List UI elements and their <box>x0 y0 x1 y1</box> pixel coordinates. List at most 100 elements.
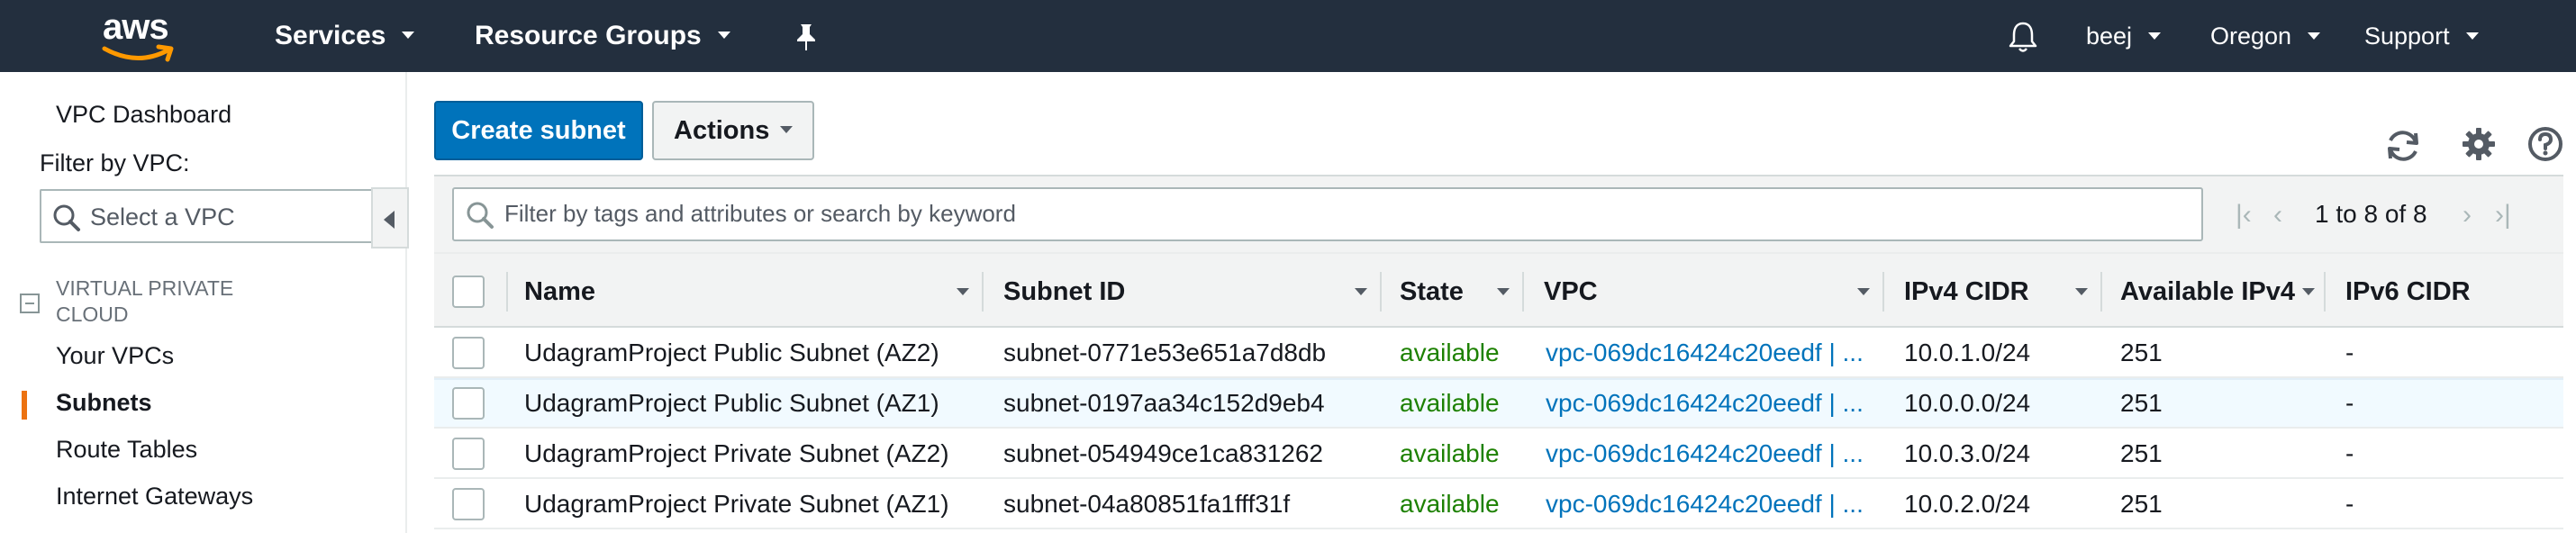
sort-caret-icon[interactable] <box>1857 288 1870 295</box>
row-checkbox[interactable] <box>452 438 485 470</box>
cell-vpc-link[interactable]: vpc-069dc16424c20eedf | ... <box>1546 328 1879 378</box>
cell-vpc-link[interactable]: vpc-069dc16424c20eedf | ... <box>1546 479 1879 529</box>
row-checkbox[interactable] <box>452 337 485 369</box>
sort-caret-icon[interactable] <box>2302 288 2315 295</box>
table-row[interactable]: UdagramProject Private Subnet (AZ1) subn… <box>434 479 2563 529</box>
column-separator <box>982 272 984 312</box>
actions-dropdown[interactable]: Actions <box>652 101 814 160</box>
region-label: Oregon <box>2210 23 2292 50</box>
cell-name: UdagramProject Public Subnet (AZ1) <box>524 389 939 417</box>
cell-vpc-link[interactable]: vpc-069dc16424c20eedf | ... <box>1546 429 1879 479</box>
bell-icon[interactable] <box>2007 20 2039 54</box>
cell-name: UdagramProject Private Subnet (AZ2) <box>524 439 949 467</box>
sidebar-item-your-vpcs[interactable]: Your VPCs <box>56 342 174 370</box>
table-row[interactable]: UdagramProject Public Subnet (AZ2) subne… <box>434 328 2563 378</box>
column-separator <box>1882 272 1884 312</box>
column-header-subnet-id[interactable]: Subnet ID <box>1003 254 1125 330</box>
cell-subnet-id: subnet-054949ce1ca831262 <box>1003 439 1323 467</box>
top-navigation-bar: aws Services Resource Groups beej Oregon… <box>0 0 2576 72</box>
chevron-down-icon <box>717 32 730 40</box>
table-row[interactable]: UdagramProject Private Subnet (AZ2) subn… <box>434 429 2563 479</box>
column-header-name[interactable]: Name <box>524 254 595 330</box>
column-header-ipv4-cidr[interactable]: IPv4 CIDR <box>1904 254 2029 330</box>
sidebar-item-vpc-dashboard[interactable]: VPC Dashboard <box>56 101 231 129</box>
collapse-sidebar-button[interactable] <box>371 187 409 248</box>
aws-logo-text: aws <box>103 7 169 47</box>
caret-left-icon <box>384 211 395 229</box>
support-label: Support <box>2364 23 2450 50</box>
column-separator <box>2324 272 2326 312</box>
column-separator <box>1380 272 1382 312</box>
sidebar-item-route-tables[interactable]: Route Tables <box>56 436 197 464</box>
column-header-ipv6-cidr[interactable]: IPv6 CIDR <box>2345 254 2471 330</box>
active-item-indicator <box>22 391 27 420</box>
next-page-icon[interactable]: › <box>2463 200 2472 230</box>
settings-gear-icon[interactable] <box>2461 126 2497 162</box>
pushpin-icon[interactable] <box>793 22 820 52</box>
cell-available-ipv4: 251 <box>2120 439 2163 467</box>
select-all-checkbox[interactable] <box>452 276 485 308</box>
last-page-icon[interactable]: ›| <box>2495 200 2511 230</box>
column-header-state[interactable]: State <box>1400 254 1464 330</box>
vpc-filter-select[interactable]: Select a VPC <box>40 189 373 243</box>
support-menu[interactable]: Support <box>2364 0 2479 72</box>
sort-caret-icon[interactable] <box>957 288 969 295</box>
cell-ipv4-cidr: 10.0.2.0/24 <box>1904 490 2031 518</box>
first-page-icon[interactable]: |‹ <box>2236 200 2252 230</box>
cell-subnet-id: subnet-0197aa34c152d9eb4 <box>1003 389 1325 417</box>
chevron-down-icon <box>780 126 794 134</box>
chevron-down-icon <box>2148 32 2162 40</box>
sidebar-item-subnets[interactable]: Subnets <box>56 389 152 417</box>
resource-groups-label: Resource Groups <box>475 21 702 50</box>
table-row[interactable]: UdagramProject Public Subnet (AZ1) subne… <box>434 378 2563 429</box>
cell-name: UdagramProject Public Subnet (AZ2) <box>524 339 939 366</box>
sort-caret-icon[interactable] <box>2075 288 2088 295</box>
sort-caret-icon[interactable] <box>1355 288 1367 295</box>
cell-ipv6-cidr: - <box>2345 389 2354 417</box>
table-header: Name Subnet ID State VPC IPv4 CIDR Avail… <box>434 252 2563 328</box>
user-label: beej <box>2086 23 2133 50</box>
sidebar-item-internet-gateways[interactable]: Internet Gateways <box>56 483 253 510</box>
actions-label: Actions <box>674 116 770 145</box>
services-menu[interactable]: Services <box>275 0 415 72</box>
column-separator <box>1522 272 1524 312</box>
search-icon <box>467 202 494 229</box>
cell-state: available <box>1400 490 1500 518</box>
cell-ipv4-cidr: 10.0.3.0/24 <box>1904 439 2031 467</box>
help-icon[interactable] <box>2527 126 2563 162</box>
refresh-icon[interactable] <box>2383 126 2423 166</box>
create-subnet-button[interactable]: Create subnet <box>434 101 643 160</box>
aws-logo[interactable]: aws <box>97 7 178 63</box>
chevron-down-icon <box>2465 32 2479 40</box>
region-menu[interactable]: Oregon <box>2210 0 2321 72</box>
column-header-available-ipv4[interactable]: Available IPv4 ... <box>2120 254 2300 330</box>
previous-page-icon[interactable]: ‹ <box>2273 200 2282 230</box>
cell-available-ipv4: 251 <box>2120 490 2163 518</box>
sort-caret-icon[interactable] <box>1497 288 1510 295</box>
cell-state: available <box>1400 389 1500 417</box>
services-label: Services <box>275 21 386 50</box>
filter-search-box[interactable] <box>452 187 2203 241</box>
vpc-select-placeholder: Select a VPC <box>90 203 235 230</box>
cell-ipv4-cidr: 10.0.1.0/24 <box>1904 339 2031 366</box>
row-checkbox[interactable] <box>452 488 485 520</box>
section-title-virtual-private-cloud: VIRTUAL PRIVATE CLOUD <box>56 276 234 326</box>
resource-groups-menu[interactable]: Resource Groups <box>475 0 730 72</box>
filter-search-input[interactable] <box>504 200 2180 228</box>
chevron-down-icon <box>2308 32 2321 40</box>
column-header-vpc[interactable]: VPC <box>1544 254 1598 330</box>
user-menu[interactable]: beej <box>2086 0 2162 72</box>
cell-subnet-id: subnet-04a80851fa1fff31f <box>1003 490 1291 518</box>
cell-vpc-link[interactable]: vpc-069dc16424c20eedf | ... <box>1546 378 1879 429</box>
row-checkbox[interactable] <box>452 387 485 420</box>
cell-available-ipv4: 251 <box>2120 389 2163 417</box>
collapse-section-icon[interactable] <box>20 294 40 313</box>
cell-ipv6-cidr: - <box>2345 439 2354 467</box>
cell-name: UdagramProject Private Subnet (AZ1) <box>524 490 949 518</box>
cell-subnet-id: subnet-0771e53e651a7d8db <box>1003 339 1327 366</box>
column-separator <box>506 272 508 312</box>
aws-smile-icon <box>102 44 174 62</box>
sidebar: VPC Dashboard Filter by VPC: Select a VP… <box>0 72 409 533</box>
cell-state: available <box>1400 339 1500 366</box>
cell-state: available <box>1400 439 1500 467</box>
